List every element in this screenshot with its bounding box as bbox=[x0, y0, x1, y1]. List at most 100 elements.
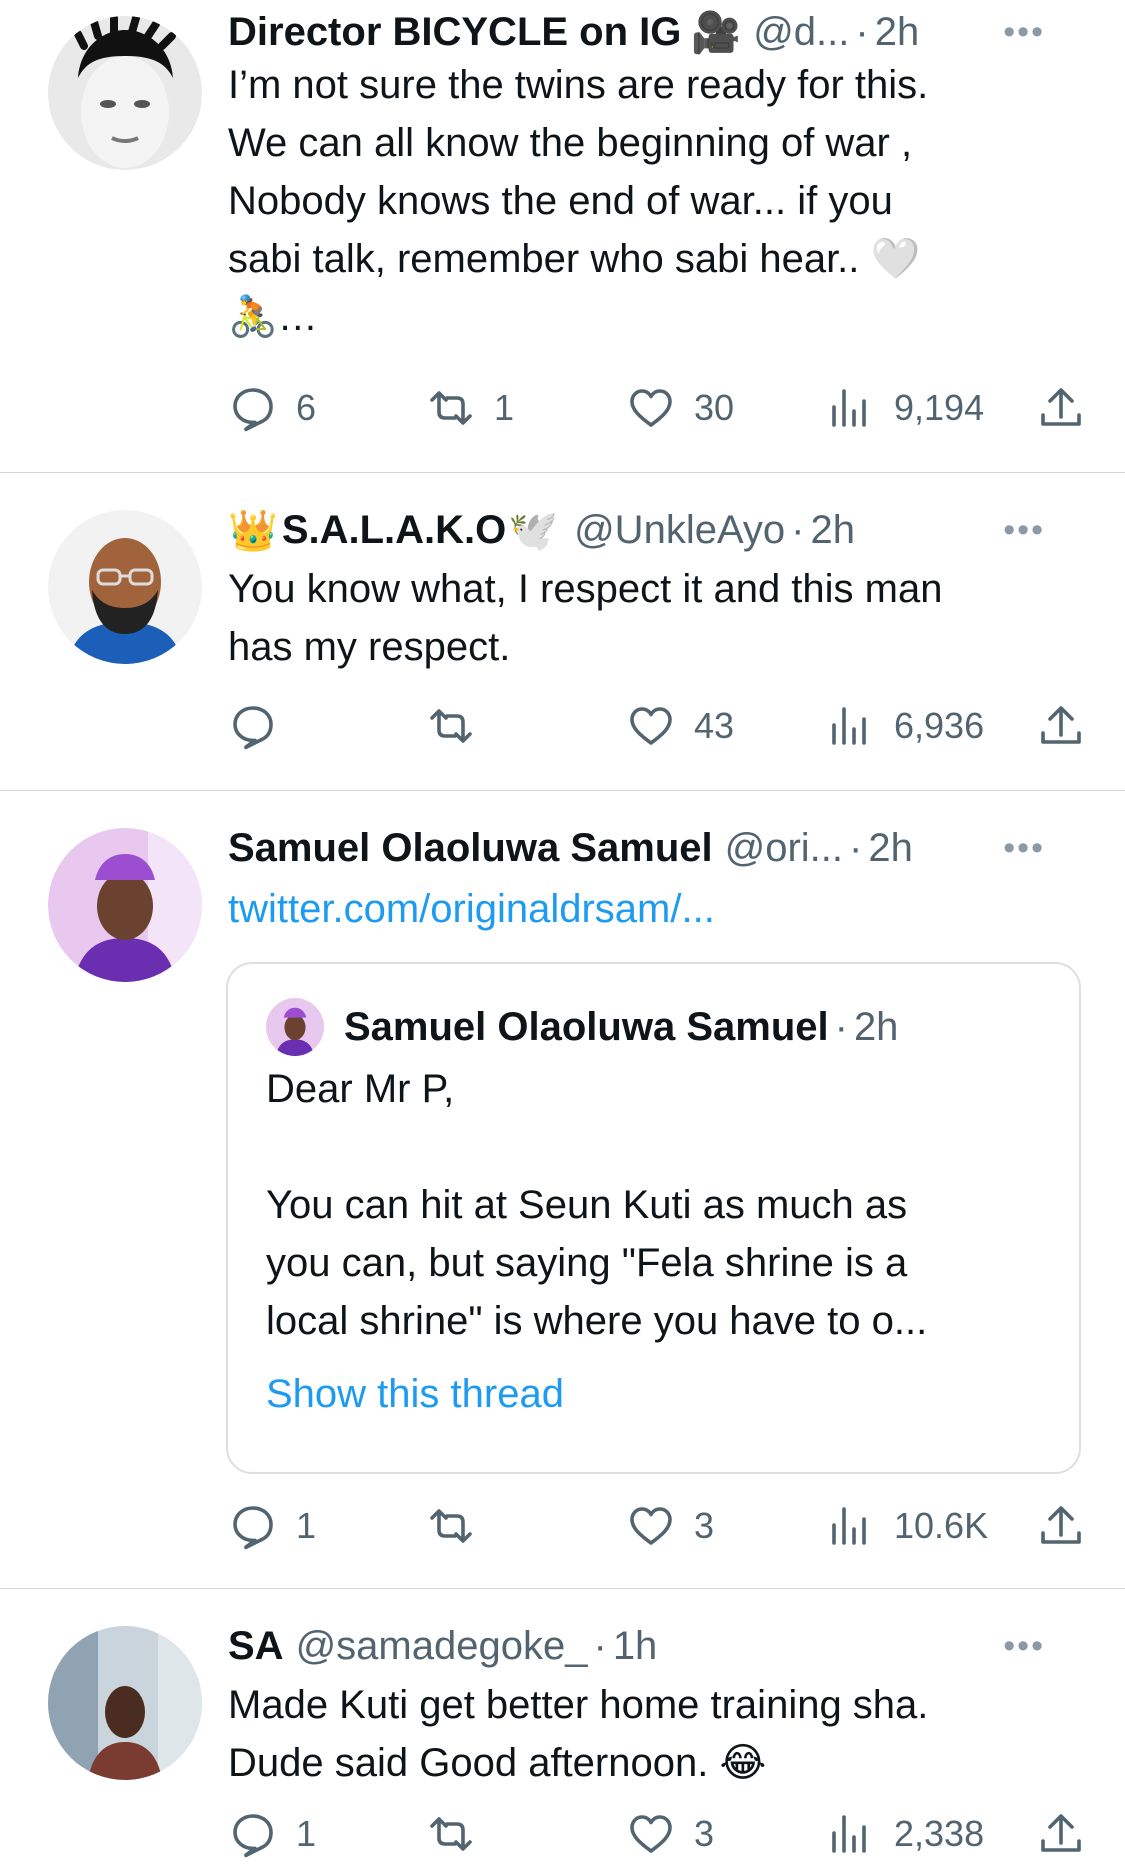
timestamp[interactable]: 2h bbox=[875, 10, 920, 55]
reply-icon bbox=[228, 701, 278, 751]
quoted-timestamp: 2h bbox=[853, 1004, 899, 1049]
share-button[interactable] bbox=[1036, 696, 1086, 756]
views-icon bbox=[826, 1809, 876, 1859]
tweet-text-line: Made Kuti get better home training sha. bbox=[228, 1683, 929, 1727]
tweet-text: I’m not sure the twins are ready for thi… bbox=[228, 56, 1088, 346]
quoted-tweet-header: Samuel Olaoluwa Samuel · 2h bbox=[266, 998, 898, 1056]
views-icon bbox=[826, 1501, 876, 1551]
views-icon bbox=[826, 383, 876, 433]
view-count: 9,194 bbox=[894, 387, 985, 428]
avatar[interactable] bbox=[48, 828, 202, 982]
tweet[interactable]: Director BICYCLE on IG 🎥 @d... · 2h ••• … bbox=[0, 0, 1125, 396]
like-button[interactable]: 43 bbox=[626, 696, 734, 756]
timestamp[interactable]: 2h bbox=[810, 508, 855, 553]
more-options-icon[interactable]: ••• bbox=[1003, 13, 1045, 52]
quoted-text-line: Dear Mr P, bbox=[266, 1067, 455, 1111]
reply-button[interactable]: 1 bbox=[228, 1496, 316, 1556]
divider bbox=[0, 1588, 1125, 1589]
dove-emoji: 🕊️ bbox=[508, 508, 559, 553]
reply-button[interactable]: 1 bbox=[228, 1804, 316, 1864]
timestamp[interactable]: 2h bbox=[868, 826, 913, 871]
like-button[interactable]: 3 bbox=[626, 1804, 714, 1864]
avatar[interactable] bbox=[48, 510, 202, 664]
quoted-tweet[interactable]: Samuel Olaoluwa Samuel · 2h Dear Mr P, Y… bbox=[226, 962, 1081, 1474]
like-count: 30 bbox=[694, 387, 735, 428]
view-count: 2,338 bbox=[894, 1813, 985, 1854]
heart-icon bbox=[626, 1809, 676, 1859]
film-camera-emoji: 🎥 bbox=[691, 10, 742, 55]
reply-icon bbox=[228, 1501, 278, 1551]
separator-dot: · bbox=[791, 507, 805, 552]
retweet-icon bbox=[426, 383, 476, 433]
tweet-actions: 43 6,936 bbox=[228, 696, 1088, 756]
views-button[interactable]: 6,936 bbox=[826, 696, 984, 756]
display-name[interactable]: Samuel Olaoluwa Samuel bbox=[228, 826, 713, 871]
reply-button[interactable] bbox=[228, 696, 296, 756]
heart-icon bbox=[626, 1501, 676, 1551]
tweet-text-line: sabi talk, remember who sabi hear.. 🤍 bbox=[228, 237, 921, 281]
reply-count: 1 bbox=[296, 1813, 317, 1854]
share-button[interactable] bbox=[1036, 1804, 1086, 1864]
like-button[interactable]: 30 bbox=[626, 378, 734, 438]
retweet-button[interactable] bbox=[426, 696, 494, 756]
tweet-text-line: Dude said Good afternoon. 😂 bbox=[228, 1741, 767, 1785]
views-button[interactable]: 9,194 bbox=[826, 378, 984, 438]
display-name[interactable]: Director BICYCLE on IG bbox=[228, 10, 681, 55]
reply-button[interactable]: 6 bbox=[228, 378, 316, 438]
quoted-avatar bbox=[266, 998, 324, 1056]
tweet-header: 👑 S.A.L.A.K.O 🕊️ @UnkleAyo · 2h ••• bbox=[228, 504, 1085, 556]
handle[interactable]: @UnkleAyo bbox=[574, 508, 785, 553]
retweet-count: 1 bbox=[494, 387, 515, 428]
handle[interactable]: @samadegoke_ bbox=[296, 1624, 588, 1669]
tweet-header: Samuel Olaoluwa Samuel @ori... · 2h ••• bbox=[228, 822, 1085, 874]
view-count: 10.6K bbox=[894, 1505, 989, 1546]
share-button[interactable] bbox=[1036, 1496, 1086, 1556]
more-options-icon[interactable]: ••• bbox=[1003, 829, 1045, 868]
separator-dot: · bbox=[593, 1623, 607, 1668]
reply-icon bbox=[228, 1809, 278, 1859]
share-icon bbox=[1036, 701, 1086, 751]
retweet-button[interactable] bbox=[426, 1804, 494, 1864]
tweet-link[interactable]: twitter.com/originaldrsam/... bbox=[228, 880, 1088, 938]
reply-count: 1 bbox=[296, 1505, 317, 1546]
share-icon bbox=[1036, 383, 1086, 433]
avatar[interactable] bbox=[48, 16, 202, 170]
divider bbox=[0, 790, 1125, 791]
views-button[interactable]: 10.6K bbox=[826, 1496, 988, 1556]
quoted-text-line bbox=[266, 1118, 1056, 1176]
handle[interactable]: @d... bbox=[753, 10, 849, 55]
tweet-actions: 1 3 2,338 bbox=[228, 1804, 1088, 1864]
display-name[interactable]: S.A.L.A.K.O bbox=[282, 508, 506, 553]
separator-dot: · bbox=[849, 825, 863, 870]
more-options-icon[interactable]: ••• bbox=[1003, 511, 1045, 550]
separator-dot: · bbox=[855, 9, 869, 54]
quoted-text-line: you can, but saying "Fela shrine is a bbox=[266, 1241, 908, 1285]
quoted-text-line: You can hit at Seun Kuti as much as bbox=[266, 1183, 908, 1227]
retweet-button[interactable] bbox=[426, 1496, 494, 1556]
tweet-actions: 1 3 10.6K bbox=[228, 1496, 1088, 1556]
tweet-text-line: has my respect. bbox=[228, 625, 511, 669]
reply-count: 6 bbox=[296, 387, 317, 428]
like-count: 43 bbox=[694, 705, 735, 746]
avatar[interactable] bbox=[48, 1626, 202, 1780]
retweet-icon bbox=[426, 1809, 476, 1859]
tweet-text: You know what, I respect it and this man… bbox=[228, 560, 1088, 676]
retweet-icon bbox=[426, 701, 476, 751]
share-icon bbox=[1036, 1809, 1086, 1859]
share-button[interactable] bbox=[1036, 378, 1086, 438]
more-options-icon[interactable]: ••• bbox=[1003, 1627, 1045, 1666]
tweet-actions: 6 1 30 9,194 bbox=[228, 378, 1088, 438]
views-button[interactable]: 2,338 bbox=[826, 1804, 984, 1864]
like-count: 3 bbox=[694, 1505, 715, 1546]
show-thread-link[interactable]: Show this thread bbox=[266, 1372, 564, 1417]
like-button[interactable]: 3 bbox=[626, 1496, 714, 1556]
crown-emoji: 👑 bbox=[228, 508, 278, 553]
retweet-button[interactable]: 1 bbox=[426, 378, 514, 438]
share-icon bbox=[1036, 1501, 1086, 1551]
heart-icon bbox=[626, 383, 676, 433]
display-name[interactable]: SA bbox=[228, 1624, 284, 1669]
handle[interactable]: @ori... bbox=[725, 826, 843, 871]
timestamp[interactable]: 1h bbox=[613, 1624, 658, 1669]
like-count: 3 bbox=[694, 1813, 715, 1854]
tweet-text-line: We can all know the beginning of war , bbox=[228, 121, 913, 165]
